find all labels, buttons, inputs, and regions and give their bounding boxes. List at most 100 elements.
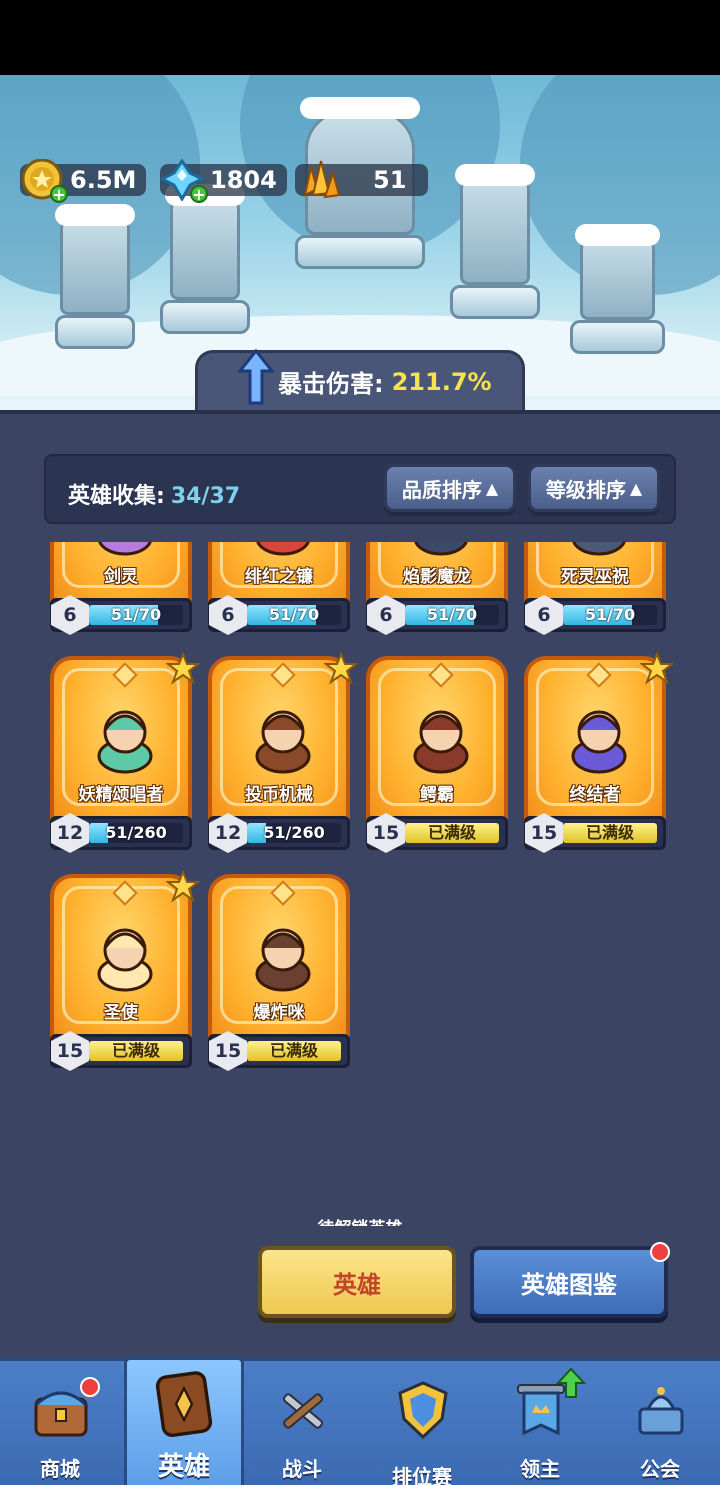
hero-level-badge: 12 <box>51 813 89 853</box>
crystals-value: 51 <box>373 166 407 194</box>
hero-portrait <box>97 710 153 774</box>
hero-card[interactable]: 妖精颂唱者 51/260 12 <box>50 652 200 864</box>
hero-level-badge: 15 <box>367 813 405 853</box>
hero-codex-button[interactable]: 英雄图鉴 <box>470 1246 668 1318</box>
hero-name: 剑灵 <box>104 567 138 587</box>
hero-name: 投币机械 <box>245 785 313 805</box>
crit-damage-plate: 暴击伤害: 211.7% <box>195 348 525 410</box>
add-gems-icon[interactable]: + <box>190 185 208 203</box>
shard-progress-bar: 51/260 <box>247 823 341 843</box>
hero-level-bar: 已满级 15 <box>50 1031 192 1071</box>
hero-level-bar: 51/70 6 <box>208 595 350 635</box>
nav-battle[interactable]: 战斗 <box>242 1361 362 1485</box>
crystal-counter[interactable]: 51 <box>295 160 429 199</box>
nav-shop[interactable]: 商城 <box>0 1361 120 1485</box>
hero-level-badge: 6 <box>51 595 89 635</box>
guild-castle-icon <box>638 1387 684 1435</box>
shard-progress-text: 51/70 <box>268 605 320 624</box>
hero-card[interactable]: 绯红之镰 51/70 6 <box>208 542 350 646</box>
star-icon <box>324 652 358 685</box>
shard-progress-bar: 51/260 <box>89 823 183 843</box>
hero-grid: 剑灵 51/70 6 绯红之镰 51/70 6 焰影魔龙 51/70 6 死灵巫祝 51/70 6 妖精… <box>40 542 680 1226</box>
add-gold-icon[interactable]: + <box>50 185 68 203</box>
gem-counter[interactable]: + 1804 <box>160 159 287 203</box>
nav-lord[interactable]: 领主 <box>480 1361 600 1485</box>
crossed-weapons-icon <box>283 1393 323 1429</box>
hero-portrait <box>413 710 469 774</box>
hero-level-badge: 12 <box>209 813 247 853</box>
nav-heroes-label: 英雄 <box>157 1452 210 1482</box>
sort-level-button[interactable]: 等级排序 ▲ <box>528 464 660 512</box>
hero-portrait <box>255 710 311 774</box>
hero-portrait <box>255 928 311 992</box>
resource-bar-crystals: 51 <box>295 160 429 200</box>
notification-dot <box>80 1377 100 1397</box>
card-gem-icon <box>112 662 138 688</box>
shard-progress-text: 51/70 <box>110 605 162 624</box>
shard-progress-bar: 已满级 <box>247 1041 341 1061</box>
nav-heroes[interactable]: 英雄 <box>124 1357 244 1485</box>
statue-4 <box>455 164 535 285</box>
shard-progress-bar: 已满级 <box>89 1041 183 1061</box>
hero-name: 终结者 <box>569 785 621 805</box>
card-gem-icon <box>270 880 296 906</box>
shard-progress-text: 51/70 <box>426 605 478 624</box>
hero-card[interactable]: 焰影魔龙 51/70 6 <box>366 542 508 646</box>
collection-count: 34/37 <box>170 484 241 509</box>
statue-2 <box>165 184 245 300</box>
nav-battle-label: 战斗 <box>282 1457 322 1481</box>
crit-damage-value: 211.7% <box>391 367 492 396</box>
crit-damage-label: 暴击伤害: <box>278 370 384 398</box>
nav-shop-label: 商城 <box>40 1457 80 1481</box>
shard-progress-bar: 已满级 <box>405 823 499 843</box>
nav-ranked-label: 排位赛 <box>392 1465 452 1485</box>
gold-value: 6.5M <box>70 166 137 194</box>
hero-name: 绯红之镰 <box>245 567 313 587</box>
triangle-up-icon: ▲ <box>485 478 499 498</box>
card-gem-icon <box>270 662 296 688</box>
sort-quality-button[interactable]: 品质排序 ▲ <box>384 464 516 512</box>
hero-card[interactable]: 爆炸咪 已满级 15 <box>208 874 350 1082</box>
hero-level-bar: 51/260 12 <box>50 813 192 853</box>
hero-card[interactable]: 剑灵 51/70 6 <box>50 542 192 646</box>
collection-label: 英雄收集: 34/37 <box>68 484 241 509</box>
hero-card[interactable]: 圣使 已满级 15 <box>50 870 200 1082</box>
shard-progress-text: 51/260 <box>105 823 167 842</box>
status-bar <box>0 0 720 75</box>
hero-card[interactable]: 投币机械 51/260 12 <box>208 652 358 864</box>
nav-ranked[interactable]: 排位赛 <box>362 1361 482 1485</box>
hero-level-badge: 15 <box>51 1031 89 1071</box>
hero-level-badge: 15 <box>209 1031 247 1071</box>
card-gem-icon <box>586 662 612 688</box>
hero-level-bar: 51/70 6 <box>366 595 508 635</box>
shard-progress-bar: 51/70 <box>405 605 499 625</box>
hero-card[interactable]: 鳄霸已满级 15 <box>366 656 508 864</box>
hero-panel: 英雄收集: 34/37 品质排序 ▲ 等级排序 ▲ 剑灵 51/70 6 绯红之镰 51/70… <box>0 410 720 1360</box>
bottom-nav: 商城 英雄 战斗 排位赛 领主 公会 <box>0 1357 720 1485</box>
hero-name: 死灵巫祝 <box>561 567 629 587</box>
collection-bar: 英雄收集: 34/37 品质排序 ▲ 等级排序 ▲ <box>44 454 676 524</box>
shard-progress-text: 已满级 <box>111 1041 160 1060</box>
hero-portrait <box>571 710 627 774</box>
gold-counter[interactable]: + 6.5M <box>20 159 147 203</box>
gems-value: 1804 <box>210 166 277 194</box>
hero-level-badge: 15 <box>525 813 563 853</box>
notification-dot <box>650 1242 670 1262</box>
hero-level-badge: 6 <box>367 595 405 635</box>
hero-card[interactable]: 终结者 已满级 15 <box>524 652 674 864</box>
hero-card[interactable]: 死灵巫祝 51/70 6 <box>524 542 666 646</box>
heroes-button[interactable]: 英雄 <box>258 1246 456 1318</box>
orange-crystal-icon <box>303 160 341 199</box>
hero-level-bar: 51/260 12 <box>208 813 350 853</box>
nav-guild[interactable]: 公会 <box>600 1361 720 1485</box>
shard-progress-text: 51/70 <box>584 605 636 624</box>
shard-progress-text: 已满级 <box>269 1041 318 1060</box>
hero-portrait <box>256 542 310 556</box>
locked-heroes-title: 待解锁英雄 <box>40 1214 680 1226</box>
hero-name: 鳄霸 <box>420 785 454 805</box>
shard-progress-text: 51/260 <box>263 823 325 842</box>
nav-lord-label: 领主 <box>520 1457 560 1481</box>
resource-bar: + 6.5M <box>20 159 147 203</box>
upgrade-arrow-icon <box>556 1367 586 1398</box>
resource-bar-gems: + 1804 <box>160 159 287 203</box>
